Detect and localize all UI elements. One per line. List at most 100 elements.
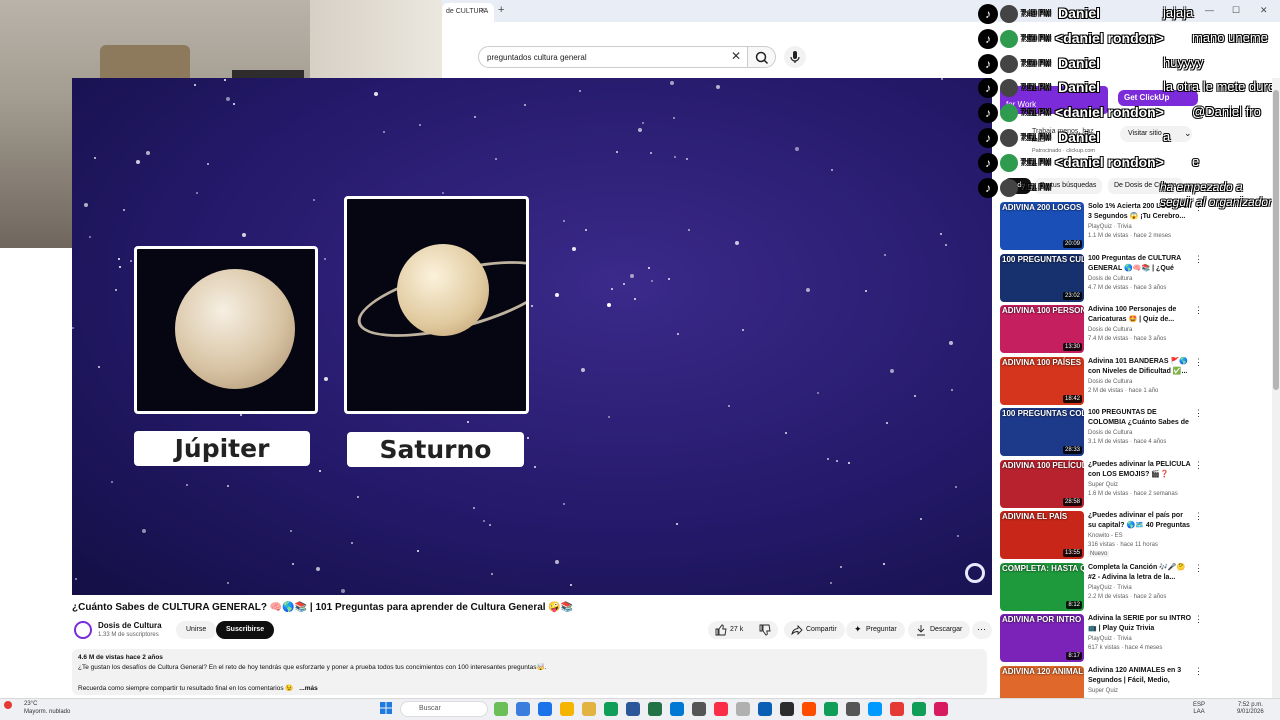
subscribe-button[interactable]: Suscribirse <box>216 621 275 639</box>
show-more-link[interactable]: ...más <box>299 685 317 692</box>
windows-start-icon[interactable] <box>380 702 392 714</box>
more-actions-button[interactable]: ⋯ <box>972 621 992 639</box>
chat-username: Daniel <box>1058 54 1101 71</box>
more-options-icon[interactable]: ⋮ <box>1194 511 1203 522</box>
taskbar-search[interactable]: Buscar <box>400 701 488 717</box>
excel-icon[interactable] <box>648 702 662 716</box>
tiktok-logo-icon: ♪ <box>978 28 998 49</box>
chrome-icon[interactable] <box>604 702 618 716</box>
tab-close-icon[interactable]: × <box>480 5 485 15</box>
video-thumbnail[interactable]: 100 PREGUNTAS CULTURA GENERAL 23:02 <box>1000 253 1084 302</box>
browser-tab[interactable]: de CULTURA <box>442 3 494 22</box>
app-icon[interactable] <box>736 702 750 716</box>
outlook-icon[interactable] <box>670 702 684 716</box>
recommendation-title[interactable]: Adivina 100 Personajes de Caricaturas 🤩 … <box>1088 305 1192 325</box>
video-thumbnail[interactable]: ADIVINA 200 LOGOS 20:09 <box>1000 202 1084 250</box>
clear-search-icon[interactable]: ✕ <box>731 49 741 63</box>
recommendation-item[interactable]: ADIVINA 100 PELÍCULAS 28:58 ¿Puedes adivin… <box>1000 459 1205 508</box>
ask-button[interactable]: ✦ Preguntar <box>846 621 905 639</box>
recommendation-item[interactable]: ADIVINA EL PAÍS 13:55 ¿Puedes adivinar el … <box>1000 511 1205 559</box>
recorder-icon[interactable] <box>890 702 904 716</box>
chat-username: <daniel rondon> <box>1055 29 1164 46</box>
video-thumbnail[interactable]: ADIVINA EL PAÍS 13:55 <box>1000 511 1084 559</box>
video-thumbnail[interactable]: ADIVINA 100 PERSONAJES 13:30 <box>1000 305 1084 353</box>
recommendation-channel[interactable]: PlayQuiz · Trivia <box>1088 224 1132 230</box>
recommendation-item[interactable]: ADIVINA 100 PERSONAJES 13:30 Adivina 100 P… <box>1000 305 1205 353</box>
notion-icon[interactable] <box>692 702 706 716</box>
star <box>118 258 120 260</box>
recommendation-title[interactable]: ¿Puedes adivinar la PELÍCULA con LOS EMO… <box>1088 460 1192 480</box>
more-options-icon[interactable]: ⋮ <box>1194 460 1203 471</box>
word-icon[interactable] <box>626 702 640 716</box>
more-options-icon[interactable]: ⋮ <box>1194 305 1203 316</box>
recommendation-item[interactable]: 100 PREGUNTAS CULTURA GENERAL 23:02 100 Pr… <box>1000 253 1205 302</box>
recommendation-channel[interactable]: Knowito - ES <box>1088 533 1123 539</box>
recommendation-title[interactable]: Adivina 101 BANDERAS 🚩🌎 con Niveles de D… <box>1088 357 1192 377</box>
illustrator-icon[interactable] <box>802 702 816 716</box>
search-input[interactable]: preguntados cultura general <box>478 46 748 68</box>
clock[interactable]: 7:52 p.m. 9/01/2026 <box>1237 702 1264 716</box>
recommendation-title[interactable]: Completa la Canción 🎶🎤🤔 #2 - Adivina la … <box>1088 563 1192 583</box>
recommendation-channel[interactable]: Dosis de Cultura <box>1088 327 1132 333</box>
task-view-icon[interactable] <box>516 702 530 716</box>
recommendation-title[interactable]: ¿Puedes adivinar el país por su capital?… <box>1088 511 1192 531</box>
more-options-icon[interactable]: ⋮ <box>1194 563 1203 574</box>
voice-search-button[interactable] <box>784 46 806 68</box>
channel-watermark-icon[interactable] <box>965 563 985 583</box>
scrollbar-thumb[interactable] <box>1273 90 1279 390</box>
subscriber-count: 1.33 M de suscriptores <box>98 632 159 638</box>
channel-avatar[interactable] <box>74 621 92 639</box>
video-thumbnail[interactable]: ADIVINA 100 PELÍCULAS 28:58 <box>1000 459 1084 508</box>
search-button[interactable] <box>748 46 776 68</box>
recommendation-title[interactable]: Adivina 120 ANIMALES en 3 Segundos | Fác… <box>1088 666 1192 686</box>
star <box>473 507 475 509</box>
recommendation-channel[interactable]: Dosis de Cultura <box>1088 430 1132 436</box>
more-options-icon[interactable]: ⋮ <box>1194 666 1203 677</box>
weather-alert-icon[interactable] <box>4 701 12 709</box>
music-icon[interactable] <box>714 702 728 716</box>
tiktok-chat-message: ♪ 7:51 PM Daniel a <box>978 127 1280 149</box>
share-button[interactable]: Compartir <box>784 621 845 639</box>
video-thumbnail[interactable]: 100 PREGUNTAS COLOMBIA 28:33 <box>1000 408 1084 456</box>
recommendation-channel[interactable]: PlayQuiz · Trivia <box>1088 585 1132 591</box>
recommendation-channel[interactable]: Dosis de Cultura <box>1088 379 1132 385</box>
video-thumbnail[interactable]: ADIVINA 100 PAÍSES 18:42 <box>1000 356 1084 405</box>
terminal-icon[interactable] <box>780 702 794 716</box>
video-thumbnail[interactable]: COMPLETA: HASTA QUE ME 8:12 <box>1000 562 1084 611</box>
more-options-icon[interactable]: ⋮ <box>1194 254 1203 265</box>
browser-icon[interactable] <box>868 702 882 716</box>
weather-widget[interactable]: 23°C Mayorm. nublado <box>14 700 70 716</box>
video-thumbnail[interactable]: ADIVINA POR INTRO 8:17 <box>1000 614 1084 662</box>
recommendation-item[interactable]: COMPLETA: HASTA QUE ME 8:12 Completa la Ca… <box>1000 562 1205 611</box>
recommendation-title[interactable]: Adivina la SERIE por su INTRO 📺 | Play Q… <box>1088 614 1192 634</box>
app-icon[interactable] <box>846 702 860 716</box>
dislike-button[interactable] <box>752 621 778 639</box>
chrome-icon[interactable] <box>912 702 926 716</box>
recommendation-channel[interactable]: Super Quiz <box>1088 688 1118 694</box>
download-button[interactable]: Descargar <box>908 621 971 639</box>
file-explorer-icon[interactable] <box>560 702 574 716</box>
tiktok-icon[interactable] <box>934 702 948 716</box>
recommendation-channel[interactable]: PlayQuiz · Trivia <box>1088 636 1132 642</box>
recommendation-item[interactable]: 100 PREGUNTAS COLOMBIA28:33100 PREGUNTAS… <box>1000 408 1205 456</box>
widgets-icon[interactable] <box>494 702 508 716</box>
app-icon[interactable] <box>824 702 838 716</box>
notes-icon[interactable] <box>582 702 596 716</box>
star <box>883 563 885 565</box>
channel-name[interactable]: Dosis de Cultura <box>98 621 162 630</box>
new-tab-icon[interactable]: + <box>498 4 504 16</box>
recommendation-channel[interactable]: Dosis de Cultura <box>1088 276 1132 282</box>
join-button[interactable]: Unirse <box>176 621 217 639</box>
photoshop-icon[interactable] <box>758 702 772 716</box>
more-options-icon[interactable]: ⋮ <box>1194 614 1203 625</box>
recommendation-channel[interactable]: Super Quiz <box>1088 482 1118 488</box>
video-player[interactable]: Júpiter Saturno <box>72 78 992 595</box>
edge-icon[interactable] <box>538 702 552 716</box>
recommendation-item[interactable]: ADIVINA 100 PAÍSES 18:42 Adivina 101 BANDE… <box>1000 356 1205 405</box>
language-indicator[interactable]: ESP LAA <box>1193 702 1205 716</box>
recommendation-item[interactable]: ADIVINA POR INTRO 8:17 Adivina la SERIE po… <box>1000 614 1205 662</box>
recommendation-title[interactable]: 100 PREGUNTAS DE COLOMBIA ¿Cuánto Sabes … <box>1088 408 1192 428</box>
more-options-icon[interactable]: ⋮ <box>1194 408 1203 419</box>
more-options-icon[interactable]: ⋮ <box>1194 357 1203 368</box>
recommendation-title[interactable]: 100 Preguntas de CULTURA GENERAL 🌎🧠📚 | ¿… <box>1088 254 1192 274</box>
